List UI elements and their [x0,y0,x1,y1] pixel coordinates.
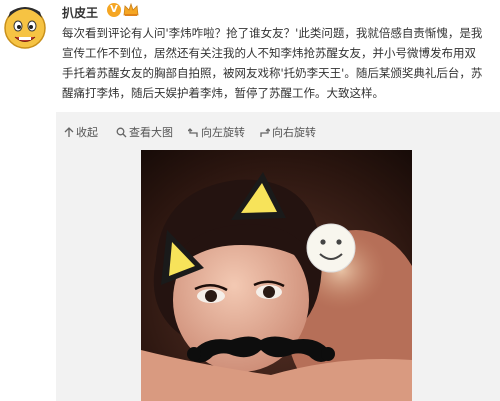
post-line: 手托着苏醒女友的胸部自拍照，被网友戏称'托奶李天王'。随后某颁奖典礼后台，苏 [62,66,483,80]
view-large-button[interactable]: 查看大图 [116,124,173,140]
rotate-left-label: 向左旋转 [201,126,245,139]
collapse-button[interactable]: 收起 [64,124,98,140]
post-line: 宣传工作不到位，居然还有关注我的人不知李炜抢苏醒女友，并小号微博发布用双 [62,46,476,60]
post-line: 醒痛打李炜，随后天娱护着李炜，暂停了苏醒工作。大致这样。 [62,86,384,100]
rotate-left-icon [187,128,198,137]
post-line: 每次看到评论有人问'李炜咋啦？抢了谁女友？'此类问题，我就倍感自责惭愧，是我 [62,26,483,40]
rotate-left-button[interactable]: 向左旋转 [187,124,245,140]
rotate-right-icon [260,128,271,137]
collapse-arrow-icon [64,127,74,137]
v-verified-icon: V [107,3,121,17]
vip-crown-icon[interactable] [123,3,139,17]
rotate-right-label: 向右旋转 [272,126,316,139]
username[interactable]: 扒皮王 [62,4,98,21]
user-avatar[interactable] [2,2,48,52]
view-large-label: 查看大图 [129,126,173,139]
rotate-right-button[interactable]: 向右旋转 [259,124,316,140]
magnify-icon [116,127,127,138]
collapse-label: 收起 [76,126,98,139]
post-text: 每次看到评论有人问'李炜咋啦？抢了谁女友？'此类问题，我就倍感自责惭愧，是我 宣… [62,23,498,103]
post-photo[interactable] [141,150,412,401]
